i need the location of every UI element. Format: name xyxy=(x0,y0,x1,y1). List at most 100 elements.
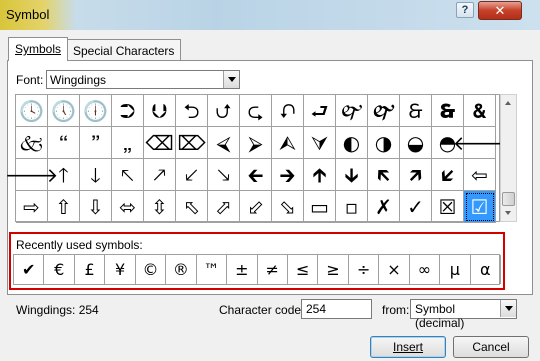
scroll-up-icon[interactable] xyxy=(501,95,516,111)
symbol-cell[interactable]: ⇧ xyxy=(48,191,80,223)
insert-button[interactable]: Insert xyxy=(370,336,446,358)
symbol-cell[interactable]: ◐ xyxy=(336,127,368,159)
symbol-cell[interactable]: ◑ xyxy=(368,127,400,159)
font-code-label: Wingdings: 254 xyxy=(16,303,99,317)
symbol-cell[interactable]: 🡴 xyxy=(368,159,400,191)
scroll-down-icon[interactable] xyxy=(501,205,516,221)
scroll-thumb[interactable] xyxy=(502,192,515,206)
symbol-cell[interactable]: ⮌ xyxy=(176,95,208,127)
symbol-cell[interactable]: ⌫ xyxy=(144,127,176,159)
symbol-cell[interactable]: ⇩ xyxy=(80,191,112,223)
symbol-cell[interactable]: ⮐ xyxy=(304,95,336,127)
recent-symbol-cell[interactable]: × xyxy=(379,255,410,284)
font-value: Wingdings xyxy=(50,73,107,87)
symbol-cell[interactable]: ⮋ xyxy=(144,95,176,127)
symbol-cell[interactable]: ⇦ xyxy=(464,159,496,191)
recent-symbol-cell[interactable]: µ xyxy=(440,255,471,284)
symbol-cell[interactable]: ▭ xyxy=(304,191,336,223)
chevron-down-icon[interactable] xyxy=(223,71,239,88)
symbol-cell[interactable]: 🡷 xyxy=(432,159,464,191)
font-label: Font: xyxy=(16,73,44,87)
symbol-cell[interactable]: 🙲 xyxy=(400,95,432,127)
recent-symbol-cell[interactable]: ≥ xyxy=(318,255,349,284)
symbol-cell[interactable]: ⮊ xyxy=(112,95,144,127)
symbol-cell[interactable]: 🡱 xyxy=(304,159,336,191)
symbol-cell[interactable]: ⮏ xyxy=(272,95,304,127)
symbol-cell[interactable]: 🡳 xyxy=(336,159,368,191)
symbol-cell[interactable]: 🕓 xyxy=(16,95,48,127)
symbol-cell[interactable]: ✓ xyxy=(400,191,432,223)
symbol-cell[interactable]: ⬃ xyxy=(240,191,272,223)
tab-label: Special Characters xyxy=(73,44,175,58)
symbol-cell[interactable]: 🡐 xyxy=(453,127,506,159)
symbol-cell[interactable]: 🡗 xyxy=(176,159,208,191)
symbol-cell[interactable]: ⮙ xyxy=(272,127,304,159)
symbol-cell[interactable]: 🕔 xyxy=(48,95,80,127)
symbol-cell[interactable]: ⬁ xyxy=(176,191,208,223)
symbol-cell[interactable]: ⬂ xyxy=(272,191,304,223)
recent-symbol-cell[interactable]: ≠ xyxy=(258,255,288,284)
recent-symbol-cell[interactable]: € xyxy=(44,255,75,284)
char-code-label: Character code: xyxy=(219,303,305,317)
from-dropdown[interactable]: Symbol (decimal) xyxy=(410,299,517,330)
recent-symbol-cell[interactable]: ± xyxy=(227,255,258,284)
symbol-cell[interactable]: 🡰 xyxy=(240,159,272,191)
insert-label: Insert xyxy=(392,340,423,354)
tab-special-characters[interactable]: Special Characters xyxy=(66,39,182,61)
symbol-cell[interactable]: 🙱 xyxy=(368,95,400,127)
symbol-cell[interactable]: ⇨ xyxy=(16,191,48,223)
symbol-cell[interactable]: 🡕 xyxy=(144,159,176,191)
symbol-cell[interactable]: 🙰 xyxy=(336,95,368,127)
symbol-cell[interactable]: ⌦ xyxy=(176,127,208,159)
char-code-input[interactable]: 254 xyxy=(301,299,372,319)
recent-symbol-cell[interactable]: £ xyxy=(75,255,106,284)
symbol-cell[interactable]: 🙳 xyxy=(432,95,464,127)
symbol-cell[interactable]: ⮍ xyxy=(208,95,240,127)
symbol-cell[interactable]: ⮘ xyxy=(208,127,240,159)
symbol-cell[interactable]: ⇳ xyxy=(144,191,176,223)
recent-symbol-cell[interactable]: ∞ xyxy=(410,255,441,284)
symbol-cell[interactable]: 🡔 xyxy=(112,159,144,191)
recent-symbol-cell[interactable]: ® xyxy=(166,255,197,284)
symbol-cell[interactable]: ✗ xyxy=(368,191,400,223)
recent-symbol-cell[interactable]: © xyxy=(136,255,167,284)
close-button[interactable]: ✕ xyxy=(478,1,522,20)
tab-label: Symbols xyxy=(15,42,62,56)
symbol-cell[interactable]: 🕕 xyxy=(80,95,112,127)
title-bar: Symbol ? ✕ xyxy=(0,0,540,30)
symbol-cell[interactable]: ⮛ xyxy=(304,127,336,159)
recent-symbol-cell[interactable]: ¥ xyxy=(105,255,136,284)
grid-scrollbar[interactable] xyxy=(500,94,517,222)
symbol-cell[interactable]: 🡖 xyxy=(208,159,240,191)
symbol-cell[interactable]: ☑ xyxy=(464,191,496,223)
symbol-cell[interactable]: ☒ xyxy=(432,191,464,223)
tab-symbols[interactable]: Symbols xyxy=(8,37,69,61)
window-title: Symbol xyxy=(6,7,50,22)
font-dropdown[interactable]: Wingdings xyxy=(46,70,240,89)
symbol-cell[interactable]: ⬄ xyxy=(112,191,144,223)
recent-label: Recently used symbols: xyxy=(16,238,143,252)
symbol-cell[interactable]: ⮚ xyxy=(240,127,272,159)
recent-symbol-cell[interactable]: α xyxy=(471,255,501,284)
symbol-cell[interactable]: 🙴 xyxy=(464,95,496,127)
symbol-cell[interactable]: 🙶 xyxy=(48,127,80,159)
symbol-cell[interactable]: ⮎ xyxy=(240,95,272,127)
symbol-cell[interactable]: 🙷 xyxy=(80,127,112,159)
chevron-down-icon[interactable] xyxy=(500,300,516,317)
cancel-button[interactable]: Cancel xyxy=(453,336,529,358)
symbol-cell[interactable]: 🡵 xyxy=(400,159,432,191)
symbol-cell[interactable]: 🡑 xyxy=(48,159,80,191)
symbol-cell[interactable]: ◒ xyxy=(400,127,432,159)
recent-symbol-cell[interactable]: ≤ xyxy=(288,255,319,284)
symbol-cell[interactable]: 🡓 xyxy=(80,159,112,191)
symbol-cell[interactable]: 🙸 xyxy=(112,127,144,159)
symbol-cell[interactable]: 🡲 xyxy=(272,159,304,191)
recent-symbol-cell[interactable]: ✔ xyxy=(14,255,45,284)
recent-symbol-cell[interactable]: ÷ xyxy=(349,255,380,284)
symbol-cell[interactable]: 🡒 xyxy=(5,159,58,191)
recent-symbol-cell[interactable]: ™ xyxy=(197,255,228,284)
symbol-cell[interactable]: ▫ xyxy=(336,191,368,223)
help-button[interactable]: ? xyxy=(456,2,474,18)
symbol-cell[interactable]: 🙵 xyxy=(16,127,48,159)
symbol-cell[interactable]: ⬀ xyxy=(208,191,240,223)
